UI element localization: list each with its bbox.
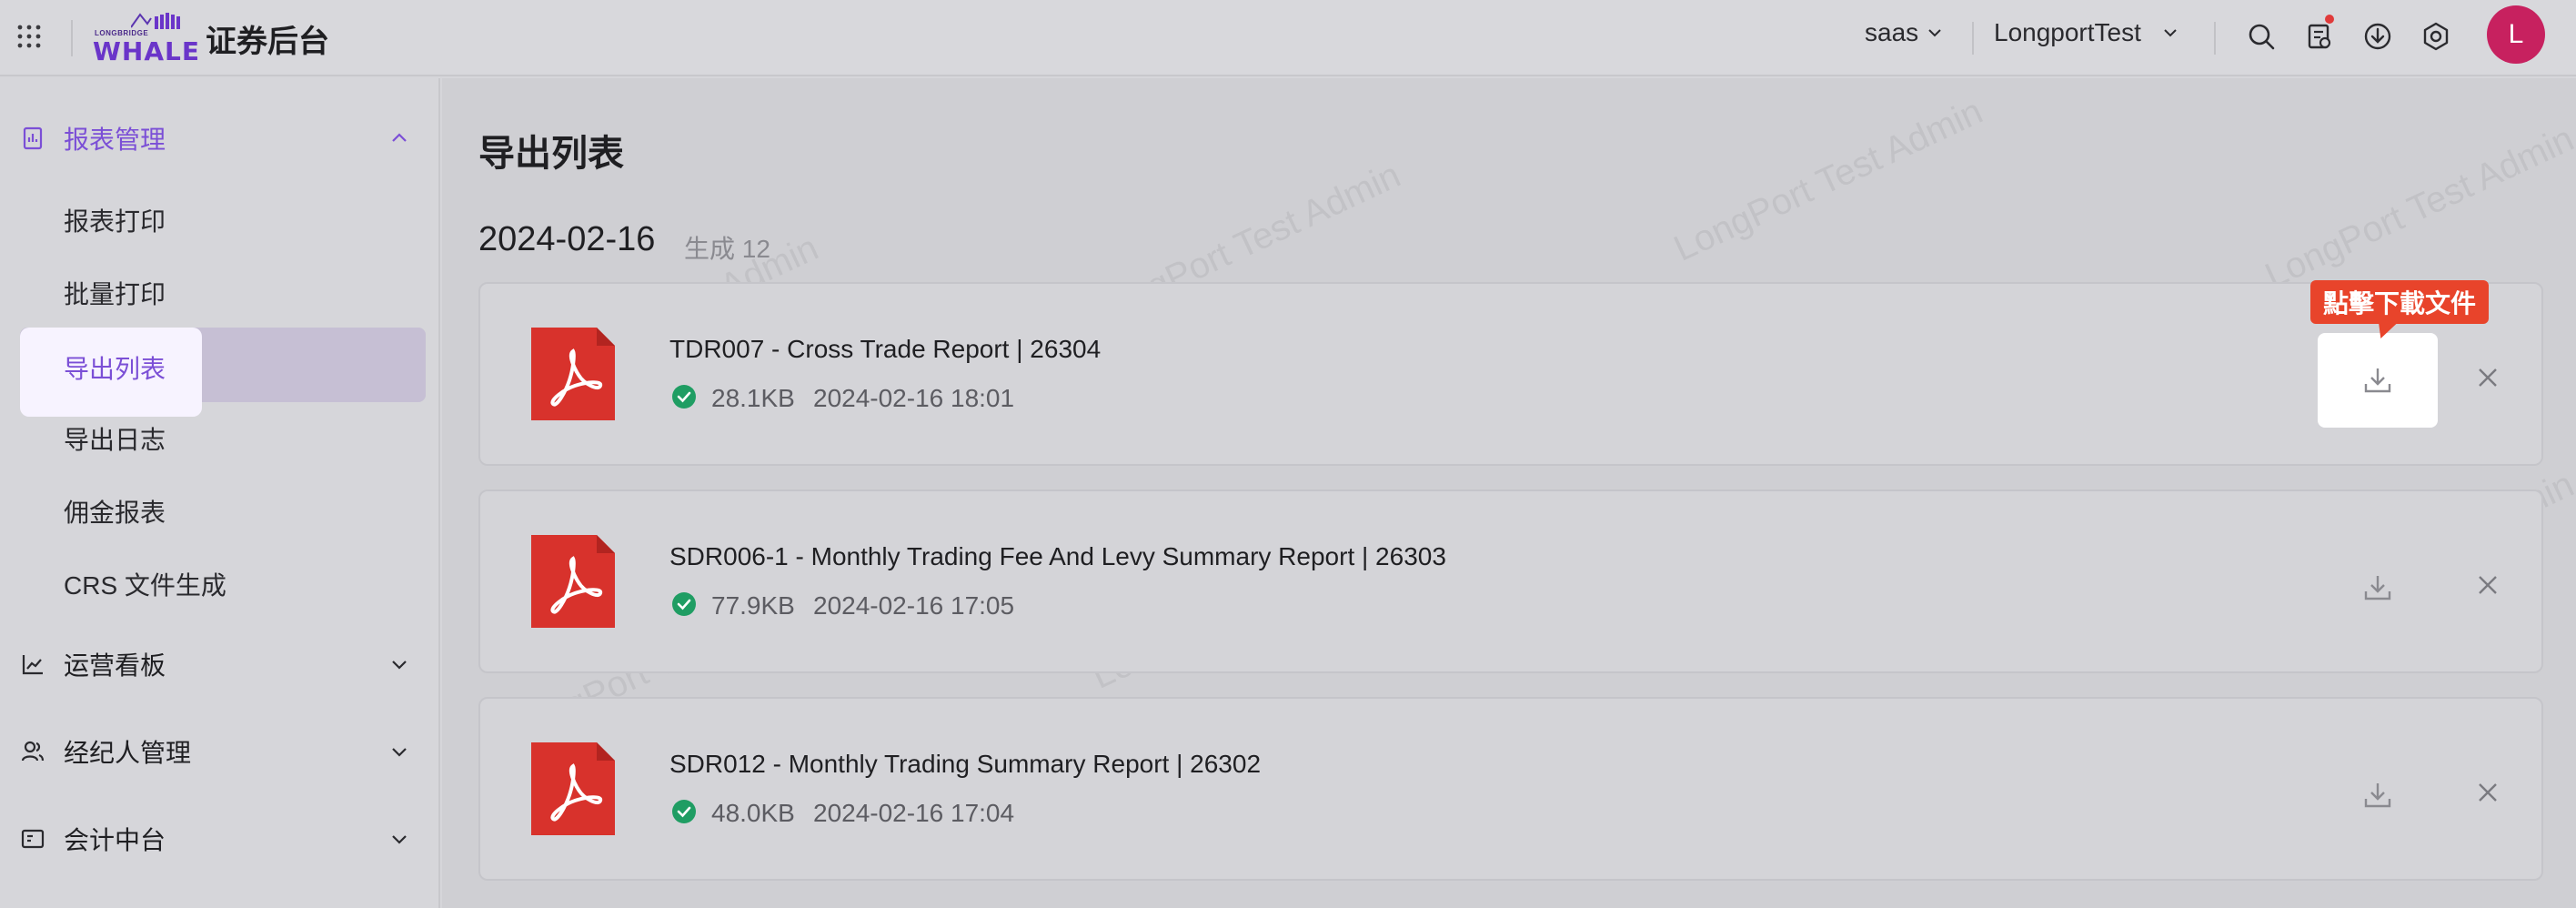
settings-icon[interactable] bbox=[2420, 20, 2452, 53]
date-group-title: 2024-02-16 bbox=[478, 220, 656, 258]
tenant-label: saas bbox=[1865, 18, 1919, 46]
sidebar-group-label: 经纪人管理 bbox=[64, 739, 192, 767]
close-icon[interactable] bbox=[2474, 779, 2501, 806]
logo-mark-icon bbox=[131, 13, 180, 29]
file-time: 2024-02-16 17:04 bbox=[813, 799, 1015, 827]
watermark: LongPort Test Admin bbox=[1667, 91, 1989, 269]
pdf-file-icon bbox=[531, 328, 615, 420]
pdf-file-icon bbox=[531, 535, 615, 628]
report-chart-icon bbox=[23, 126, 43, 150]
app-root: LONGBRIDGE WHALE 证券后台 saas LongportTest bbox=[0, 0, 2576, 908]
export-file-card: TDR007 - Cross Trade Report | 26304 28.1… bbox=[478, 282, 2543, 466]
notification-dot bbox=[2325, 15, 2334, 24]
header-separator bbox=[1972, 22, 1974, 55]
users-icon bbox=[21, 741, 45, 762]
sidebar-group-brokers[interactable]: 经纪人管理 bbox=[0, 724, 440, 779]
sidebar-group-label: 报表管理 bbox=[64, 126, 166, 154]
export-file-card: SDR006-1 - Monthly Trading Fee And Levy … bbox=[478, 489, 2543, 673]
sidebar-group-label: 会计中台 bbox=[64, 826, 166, 854]
brand-logo[interactable]: LONGBRIDGE WHALE bbox=[91, 9, 199, 66]
user-avatar[interactable]: L bbox=[2487, 5, 2545, 64]
chevron-down-icon bbox=[2164, 29, 2177, 37]
sidebar-group-operations[interactable]: 运营看板 bbox=[0, 637, 440, 691]
file-name: SDR006-1 - Monthly Trading Fee And Levy … bbox=[669, 542, 1446, 570]
sidebar-group-label: 运营看板 bbox=[64, 651, 166, 680]
file-name: TDR007 - Cross Trade Report | 26304 bbox=[669, 335, 1102, 363]
download-icon bbox=[2364, 783, 2391, 808]
sidebar-group-reports[interactable]: 报表管理 bbox=[0, 111, 440, 166]
file-size: 77.9KB bbox=[711, 591, 795, 620]
file-time: 2024-02-16 18:01 bbox=[813, 384, 1015, 412]
date-group-count: 生成 12 bbox=[684, 235, 770, 263]
sidebar-item-export-log[interactable]: 导出日志 bbox=[64, 420, 166, 457]
app-grid-icon[interactable] bbox=[15, 22, 44, 51]
main-content: LongPort Test Admin LongPort Test Admin … bbox=[442, 78, 2576, 908]
chevron-down-icon bbox=[392, 748, 407, 757]
sidebar-item-crs-file[interactable]: CRS 文件生成 bbox=[64, 566, 226, 602]
chevron-up-icon bbox=[392, 133, 407, 142]
account-label: LongportTest bbox=[1994, 18, 2141, 46]
cloud-download-icon[interactable] bbox=[2361, 20, 2394, 53]
pdf-file-icon bbox=[531, 742, 615, 835]
success-check-icon bbox=[672, 385, 696, 409]
success-check-icon bbox=[672, 592, 696, 616]
success-check-icon bbox=[672, 800, 696, 823]
file-name: SDR012 - Monthly Trading Summary Report … bbox=[669, 750, 1262, 778]
chevron-down-icon bbox=[392, 835, 407, 844]
line-chart-icon bbox=[22, 655, 43, 675]
watermark: LongPort Test Admin bbox=[2259, 118, 2576, 297]
header-separator bbox=[2214, 22, 2216, 55]
sidebar-item-batch-print[interactable]: 批量打印 bbox=[64, 275, 166, 311]
task-list-icon[interactable] bbox=[2303, 20, 2336, 53]
ledger-icon bbox=[21, 829, 45, 849]
sidebar-item-export-list[interactable]: 导出列表 bbox=[64, 349, 166, 386]
sidebar-group-accounting[interactable]: 会计中台 bbox=[0, 812, 440, 866]
top-header: LONGBRIDGE WHALE 证券后台 saas LongportTest bbox=[0, 0, 2576, 76]
tenant-select[interactable]: saas bbox=[1865, 18, 1944, 47]
file-time: 2024-02-16 17:05 bbox=[813, 591, 1015, 620]
app-title: 证券后台 bbox=[206, 25, 329, 59]
download-icon bbox=[2364, 576, 2391, 600]
search-icon[interactable] bbox=[2245, 20, 2278, 53]
sidebar: 报表管理 报表打印 批量打印 导出列表 导出日志 佣金报表 CRS 文件生成 运… bbox=[0, 78, 440, 908]
close-icon[interactable] bbox=[2474, 571, 2501, 599]
close-icon[interactable] bbox=[2474, 364, 2501, 391]
sidebar-item-commission-report[interactable]: 佣金报表 bbox=[64, 493, 166, 530]
logo-main-text: WHALE bbox=[93, 36, 200, 66]
file-size: 28.1KB bbox=[711, 384, 795, 412]
download-button[interactable] bbox=[2318, 748, 2438, 842]
download-button[interactable] bbox=[2318, 540, 2438, 635]
chevron-down-icon bbox=[1928, 29, 1941, 37]
file-size: 48.0KB bbox=[711, 799, 795, 827]
download-icon bbox=[2364, 368, 2391, 393]
export-file-card: SDR012 - Monthly Trading Summary Report … bbox=[478, 697, 2543, 881]
page-title: 导出列表 bbox=[478, 134, 624, 174]
download-tooltip: 點擊下載文件 bbox=[2310, 280, 2490, 324]
download-button[interactable] bbox=[2318, 333, 2438, 428]
account-select[interactable]: LongportTest bbox=[1994, 18, 2179, 47]
chevron-down-icon bbox=[392, 661, 407, 670]
sidebar-item-report-print[interactable]: 报表打印 bbox=[64, 202, 166, 238]
header-divider bbox=[71, 20, 73, 56]
